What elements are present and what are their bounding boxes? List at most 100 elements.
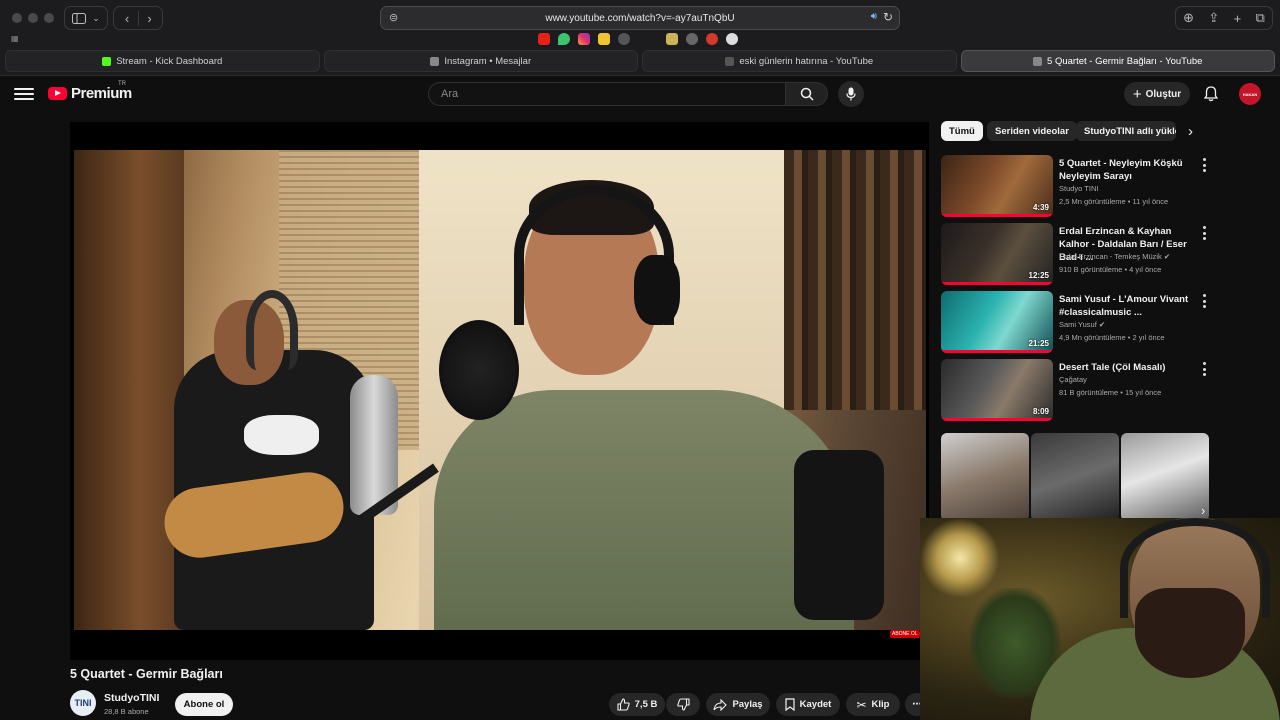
drop-favicon[interactable]: [558, 33, 570, 45]
video-player[interactable]: ABONE OL: [70, 122, 929, 660]
tab-label: 5 Quartet - Germir Bağları - YouTube: [1047, 55, 1203, 67]
more-options-icon[interactable]: [1201, 362, 1207, 376]
logo-region: TR: [118, 81, 126, 87]
chips-next-icon[interactable]: ›: [1188, 123, 1193, 140]
reload-icon[interactable]: ↻: [883, 10, 893, 24]
streamer-headphones: [1120, 518, 1270, 618]
like-count: 7,5 B: [634, 699, 658, 710]
menu-icon[interactable]: [14, 84, 34, 104]
chip-all[interactable]: Tümü: [941, 121, 983, 141]
tab-youtube-active[interactable]: 5 Quartet - Germir Bağları - YouTube: [960, 50, 1275, 72]
window-zoom-button[interactable]: [44, 13, 54, 23]
video-thumbnail[interactable]: 12:25: [941, 223, 1053, 285]
chatgpt-favicon[interactable]: [726, 33, 738, 45]
clip-label: Klip: [871, 699, 890, 710]
channel-subscriber-count: 28,8 B abone: [104, 707, 149, 716]
window-minimize-button[interactable]: [28, 13, 38, 23]
url-text: www.youtube.com/watch?v=-ay7auTnQbU: [545, 12, 735, 24]
shorts-thumbnail[interactable]: [1121, 433, 1209, 521]
recommendation-item[interactable]: 21:25 Sami Yusuf - L'Amour Vivant #class…: [941, 291, 1211, 353]
more-options-icon[interactable]: [1201, 294, 1207, 308]
create-label: Oluştur: [1145, 88, 1182, 100]
shorts-thumbnail[interactable]: [941, 433, 1029, 521]
subscribe-button[interactable]: Abone ol: [175, 693, 233, 716]
recommendation-item[interactable]: 4:39 5 Quartet - Neyleyim Köşkü Neyleyim…: [941, 155, 1211, 217]
share-icon[interactable]: ⇪: [1208, 10, 1219, 26]
tab-grid-icon[interactable]: ▦: [11, 34, 19, 43]
toolbar-right: ⊕ ⇪ + ⧉: [1175, 6, 1273, 30]
recommendation-title[interactable]: Sami Yusuf - L'Amour Vivant #classicalmu…: [1059, 293, 1195, 319]
tab-kick[interactable]: Stream - Kick Dashboard: [5, 50, 320, 72]
chip-series[interactable]: Seriden videolar: [987, 121, 1077, 141]
verified-icon: ✔︎: [1163, 252, 1171, 261]
t-favicon[interactable]: [666, 33, 678, 45]
video-thumbnail[interactable]: 21:25: [941, 291, 1053, 353]
subscribe-watermark[interactable]: ABONE OL: [890, 630, 920, 638]
youtube-play-icon: [48, 87, 67, 100]
new-tab-icon[interactable]: +: [1234, 11, 1242, 26]
video-thumbnail[interactable]: 8:09: [941, 359, 1053, 421]
create-button[interactable]: + Oluştur: [1124, 82, 1190, 106]
recommendation-channel[interactable]: Erdal Erzincan - Temkeş Müzik ✔︎: [1059, 252, 1170, 261]
globe2-favicon[interactable]: [686, 33, 698, 45]
more-options-icon[interactable]: [1201, 158, 1207, 172]
back-button[interactable]: ‹: [116, 11, 138, 26]
save-button[interactable]: Kaydet: [776, 693, 840, 716]
instagram-tab-icon: [430, 56, 440, 66]
video-thumbnail[interactable]: 4:39: [941, 155, 1053, 217]
shorts-thumbnail[interactable]: [1031, 433, 1119, 521]
instagram-favicon[interactable]: [578, 33, 590, 45]
globe-favicon[interactable]: [618, 33, 630, 45]
account-avatar[interactable]: HAKAN: [1239, 83, 1261, 105]
recommendation-meta: 4,9 Mn görüntüleme • 2 yıl önce: [1059, 333, 1165, 342]
shorts-next-icon[interactable]: ›: [1201, 503, 1205, 518]
youtube-favicon[interactable]: [538, 33, 550, 45]
recommendation-title[interactable]: Desert Tale (Çöl Masalı): [1059, 361, 1195, 374]
download-icon[interactable]: ⊕: [1183, 10, 1194, 26]
tab-youtube-eski[interactable]: eski günlerin hatırına - YouTube: [642, 50, 957, 72]
tab-instagram[interactable]: Instagram • Mesajlar: [323, 50, 638, 72]
address-bar[interactable]: ⊜ www.youtube.com/watch?v=-ay7auTnQbU 🔊︎…: [380, 6, 900, 30]
channel-avatar[interactable]: TINI: [70, 690, 96, 716]
video-frame[interactable]: [74, 150, 926, 630]
more-options-icon[interactable]: [1201, 226, 1207, 240]
clip-button[interactable]: ✂ Klip: [846, 693, 900, 716]
search-button[interactable]: [786, 82, 828, 106]
recommendation-title[interactable]: 5 Quartet - Neyleyim Köşkü Neyleyim Sara…: [1059, 157, 1195, 183]
recommendation-meta: 910 B görüntüleme • 4 yıl önce: [1059, 265, 1162, 274]
bell-icon: [1204, 86, 1218, 102]
recommendation-channel[interactable]: Sami Yusuf ✔︎: [1059, 320, 1105, 329]
recommendation-channel-text: Erdal Erzincan - Temkeş Müzik: [1059, 252, 1162, 261]
search-placeholder: Ara: [441, 88, 459, 100]
audio-playing-icon[interactable]: 🔊︎: [871, 11, 877, 22]
forward-button[interactable]: ›: [138, 10, 160, 26]
logo-text: Premium: [71, 85, 132, 102]
recommendation-item[interactable]: 8:09 Desert Tale (Çöl Masalı) Çağatay 81…: [941, 359, 1211, 421]
sidebar-toggle-button[interactable]: ⌄: [64, 6, 108, 30]
background-lamp: [920, 518, 1000, 598]
recommendation-channel[interactable]: Studyo TINI: [1059, 184, 1098, 193]
window-close-button[interactable]: [12, 13, 22, 23]
share-button[interactable]: Paylaş: [706, 693, 770, 716]
channel-avatar-text: TINI: [74, 698, 92, 708]
voice-search-button[interactable]: [838, 81, 864, 107]
page-settings-icon[interactable]: ⊜: [389, 11, 398, 24]
recommendation-channel[interactable]: Çağatay: [1059, 375, 1087, 384]
search-input[interactable]: Ara: [428, 82, 786, 106]
notifications-button[interactable]: [1201, 84, 1221, 104]
video-title: 5 Quartet - Germir Bağları: [70, 667, 223, 681]
recommendation-item[interactable]: 12:25 Erdal Erzincan & Kayhan Kalhor - D…: [941, 223, 1211, 285]
chip-channel-uploads[interactable]: StudyoTINI adlı yükle: [1076, 121, 1176, 141]
red-favicon[interactable]: [706, 33, 718, 45]
like-button[interactable]: 7,5 B: [609, 693, 665, 716]
tab-overview-icon[interactable]: ⧉: [1256, 10, 1265, 26]
chair: [794, 450, 884, 620]
share-label: Paylaş: [732, 699, 763, 710]
dislike-button[interactable]: [666, 693, 700, 716]
notes-favicon[interactable]: [598, 33, 610, 45]
kick-tab-icon: [102, 56, 112, 66]
pop-filter: [439, 320, 519, 420]
channel-name[interactable]: StudyoTINI: [104, 692, 159, 704]
youtube-logo[interactable]: Premium TR: [48, 81, 132, 102]
